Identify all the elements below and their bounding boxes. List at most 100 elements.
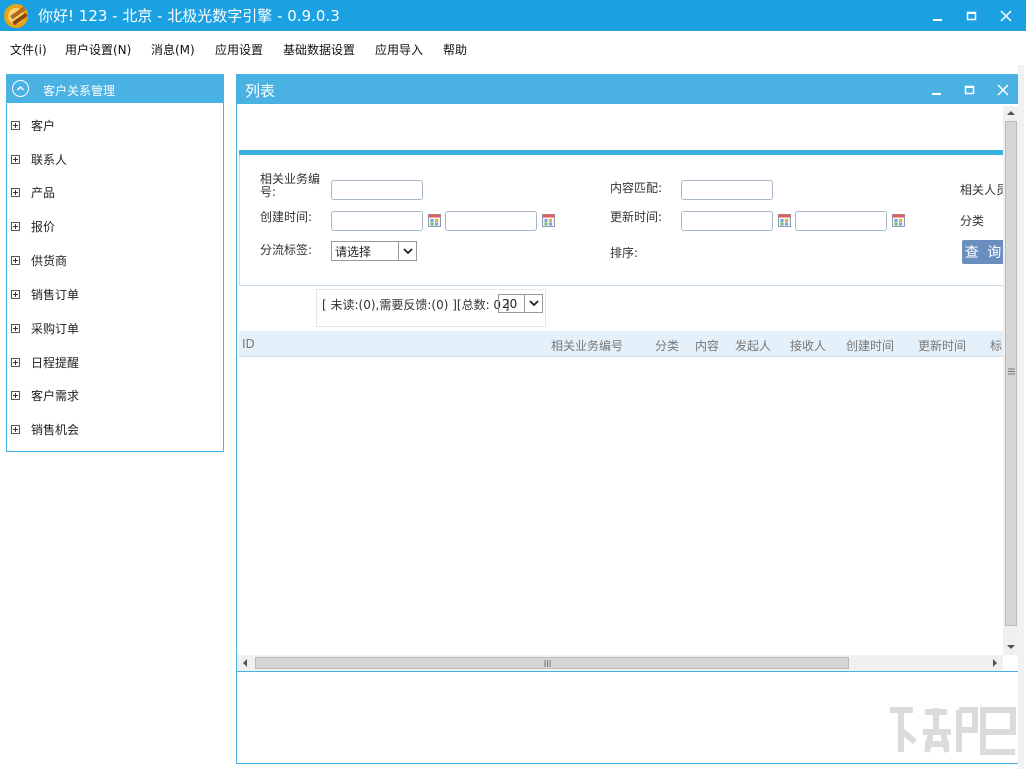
created-end-input[interactable] — [445, 211, 537, 231]
updated-end-input[interactable] — [795, 211, 887, 231]
list-window-title: 列表 — [245, 82, 276, 100]
sidebar-header[interactable]: 客户关系管理 — [7, 75, 223, 103]
close-button[interactable] — [990, 0, 1022, 31]
menu-messages[interactable]: 消息(M) — [151, 41, 195, 58]
related-no-input[interactable] — [331, 180, 423, 200]
horizontal-scroll-thumb[interactable] — [255, 657, 849, 669]
sidebar-item-supplier[interactable]: 供货商 — [11, 250, 67, 270]
related-person-label: 相关人员 — [960, 183, 1009, 197]
scroll-up-icon[interactable] — [1007, 110, 1015, 116]
expand-icon[interactable] — [11, 424, 20, 434]
column-header-content[interactable]: 内容 — [695, 337, 719, 354]
horizontal-scrollbar[interactable] — [237, 655, 1003, 671]
vertical-scroll-thumb[interactable] — [1005, 121, 1017, 626]
column-header-updated-time[interactable]: 更新时间 — [918, 337, 966, 354]
menu-help[interactable]: 帮助 — [443, 41, 467, 58]
category-label: 分类 — [960, 214, 985, 228]
close-icon — [1000, 9, 1012, 22]
window-title: 你好! 123 - 北京 - 北极光数字引擎 - 0.9.0.3 — [38, 7, 340, 25]
expand-icon[interactable] — [11, 255, 20, 265]
sort-label: 排序: — [610, 246, 639, 260]
menu-base-data-settings[interactable]: 基础数据设置 — [283, 41, 355, 58]
panel-minimize-button[interactable] — [921, 75, 953, 104]
tag-select[interactable]: 请选择 — [331, 241, 417, 261]
sidebar-item-label: 产品 — [31, 185, 56, 200]
scroll-down-icon[interactable] — [1007, 644, 1015, 650]
page-size-select[interactable]: 20 — [498, 294, 543, 313]
menu-app-settings[interactable]: 应用设置 — [215, 41, 263, 58]
tag-label: 分流标签: — [260, 243, 313, 257]
pager-status: [ 未读:(0),需要反馈:(0) ][总数: 0 ] — [322, 298, 510, 312]
sidebar-item-contact[interactable]: 联系人 — [11, 149, 67, 169]
sidebar-item-sales-opportunity[interactable]: 销售机会 — [11, 419, 79, 439]
content-match-label: 内容匹配: — [610, 181, 663, 195]
query-button[interactable]: 查 询 — [962, 240, 1006, 264]
column-header-created-time[interactable]: 创建时间 — [846, 337, 894, 354]
collapse-icon[interactable] — [12, 80, 29, 97]
column-header-receiver[interactable]: 接收人 — [790, 337, 826, 354]
sidebar-item-label: 报价 — [31, 219, 56, 234]
sidebar-item-sales-order[interactable]: 销售订单 — [11, 284, 79, 304]
sidebar-item-label: 销售机会 — [31, 422, 80, 437]
calendar-icon[interactable] — [892, 214, 905, 227]
sidebar-item-label: 联系人 — [31, 152, 68, 167]
expand-icon[interactable] — [11, 390, 20, 400]
expand-icon[interactable] — [11, 120, 20, 130]
sidebar-title: 客户关系管理 — [43, 84, 116, 98]
expand-icon[interactable] — [11, 289, 20, 299]
maximize-icon — [966, 11, 977, 20]
scroll-right-icon[interactable] — [992, 659, 998, 667]
sidebar-item-label: 销售订单 — [31, 287, 80, 302]
expand-icon[interactable] — [11, 323, 20, 333]
menu-app-import[interactable]: 应用导入 — [375, 41, 423, 58]
column-header-initiator[interactable]: 发起人 — [735, 337, 771, 354]
content-match-input[interactable] — [681, 180, 773, 200]
sidebar-item-label: 采购订单 — [31, 321, 80, 336]
related-no-label: 相关业务编号: — [260, 172, 321, 199]
calendar-icon[interactable] — [428, 214, 441, 227]
expand-icon[interactable] — [11, 221, 20, 231]
sidebar-item-label: 供货商 — [31, 253, 68, 268]
column-header-tag[interactable]: 标 — [990, 337, 1002, 354]
menu-bar: 文件(i) 用户设置(N) 消息(M) 应用设置 基础数据设置 应用导入 帮助 — [0, 31, 1026, 65]
expand-icon[interactable] — [11, 154, 20, 164]
pager: [ 未读:(0),需要反馈:(0) ][总数: 0 ] 20 — [316, 289, 546, 327]
created-start-input[interactable] — [331, 211, 423, 231]
minimize-icon — [932, 92, 941, 95]
maximize-button[interactable] — [956, 0, 988, 31]
sidebar-item-product[interactable]: 产品 — [11, 182, 55, 202]
panel-maximize-button[interactable] — [954, 75, 986, 104]
sidebar-item-purchase-order[interactable]: 采购订单 — [11, 318, 79, 338]
window-right-edge — [1018, 65, 1024, 769]
expand-icon[interactable] — [11, 187, 20, 197]
maximize-icon — [964, 85, 975, 94]
title-bar: 你好! 123 - 北京 - 北极光数字引擎 - 0.9.0.3 — [0, 0, 1026, 31]
tag-select-value: 请选择 — [335, 244, 372, 259]
scroll-left-icon[interactable] — [242, 659, 248, 667]
watermark-logo — [890, 707, 1016, 755]
sidebar-item-label: 客户需求 — [31, 388, 80, 403]
vertical-scrollbar[interactable] — [1003, 106, 1019, 655]
sidebar-item-quote[interactable]: 报价 — [11, 216, 55, 236]
sidebar-item-customer[interactable]: 客户 — [11, 115, 55, 135]
sidebar-item-customer-demand[interactable]: 客户需求 — [11, 385, 79, 405]
column-header-id[interactable]: ID — [242, 337, 255, 351]
calendar-icon[interactable] — [778, 214, 791, 227]
created-time-label: 创建时间: — [260, 210, 313, 224]
updated-start-input[interactable] — [681, 211, 773, 231]
calendar-icon[interactable] — [542, 214, 555, 227]
column-header-category[interactable]: 分类 — [655, 337, 679, 354]
menu-user-settings[interactable]: 用户设置(N) — [65, 41, 131, 58]
expand-icon[interactable] — [11, 357, 20, 367]
chevron-down-icon — [524, 295, 542, 312]
close-icon — [997, 83, 1009, 96]
menu-file[interactable]: 文件(i) — [10, 41, 47, 58]
filter-form: 相关业务编号: 内容匹配: 相关人员 创建时间: 更新时间: 分类 分流标签: … — [239, 155, 1008, 286]
minimize-button[interactable] — [922, 0, 954, 31]
chevron-down-icon — [398, 242, 416, 260]
sidebar-item-label: 客户 — [31, 118, 56, 133]
list-window: 列表 相关业务编号: 内容匹配: 相关人员 创建时间: 更新时间: 分类 分流标… — [236, 74, 1020, 764]
column-header-related-no[interactable]: 相关业务编号 — [551, 337, 623, 354]
sidebar-item-schedule-reminder[interactable]: 日程提醒 — [11, 352, 79, 372]
panel-close-button[interactable] — [987, 75, 1019, 104]
